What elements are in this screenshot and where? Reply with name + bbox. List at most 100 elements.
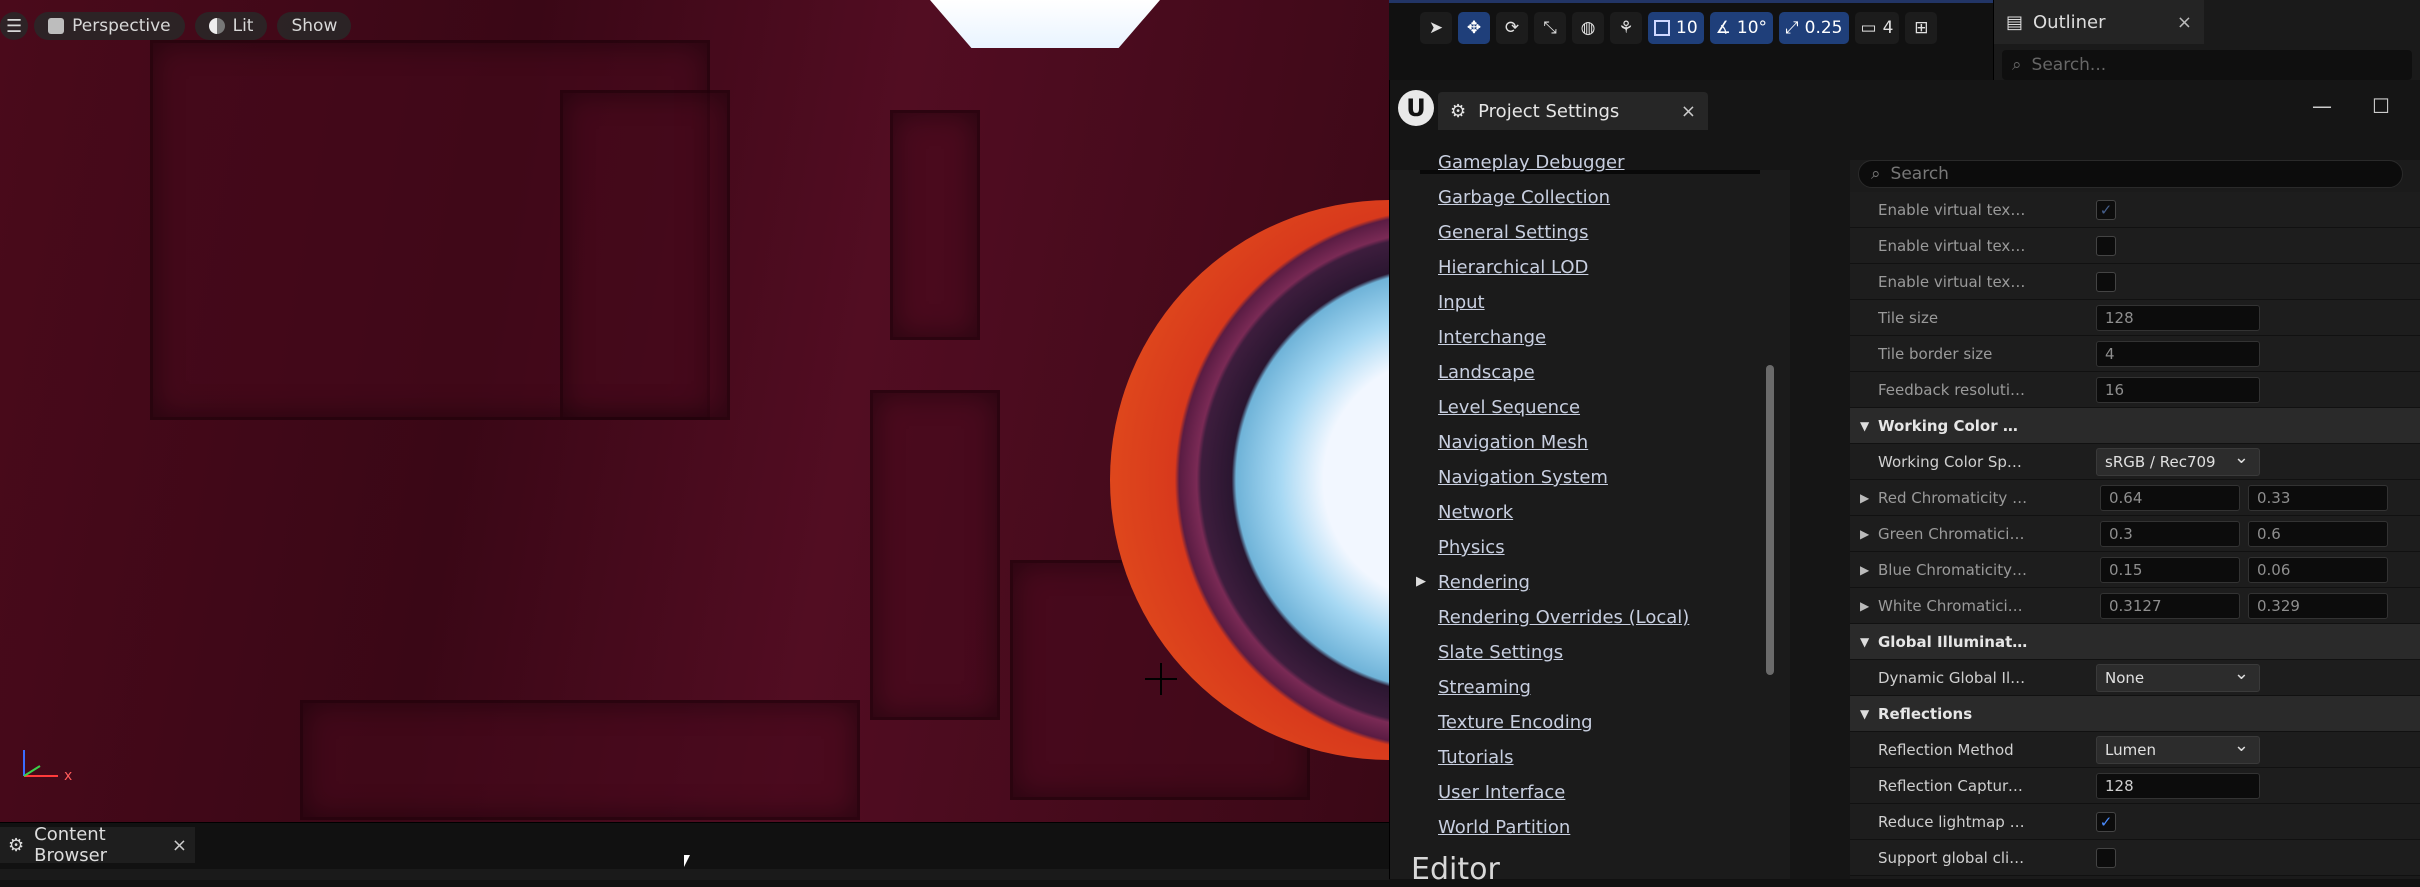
perspective-button[interactable]: Perspective (34, 12, 185, 40)
category-item[interactable]: Rendering (1416, 572, 1530, 602)
category-item[interactable]: Hierarchical LOD (1438, 257, 1588, 287)
content-browser-icon: ⚙ (8, 834, 25, 856)
tile-border-size-field[interactable]: 4 (2096, 340, 2260, 367)
blue-y-field[interactable]: 0.06 (2248, 556, 2388, 583)
reflection-capture-resolution-field[interactable]: 128 (2096, 772, 2260, 799)
setting-label: Dynamic Global Illuminatio... (1878, 668, 2028, 687)
category-item[interactable]: Tutorials (1438, 747, 1514, 777)
setting-row: Feedback resolution factor 16 (1850, 372, 2420, 408)
axis-x-label: x (64, 768, 72, 782)
category-item[interactable]: Physics (1438, 537, 1505, 567)
reflection-method-dropdown[interactable]: Lumen (2096, 735, 2260, 764)
green-y-field[interactable]: 0.6 (2248, 520, 2388, 547)
blue-x-field[interactable]: 0.15 (2100, 556, 2240, 583)
setting-label: Blue Chromaticity Coordinate (1878, 560, 2028, 579)
expand-arrow-icon[interactable]: ▶ (1860, 527, 1869, 541)
category-item[interactable]: Network (1438, 502, 1513, 532)
outliner-search-input[interactable]: ⌕ Search... (2002, 50, 2412, 80)
wall-panel (560, 90, 730, 420)
search-icon: ⌕ (1871, 164, 1881, 184)
setting-row: Enable virtual texture light... (1850, 228, 2420, 264)
category-item[interactable]: Slate Settings (1438, 642, 1563, 672)
white-y-field[interactable]: 0.329 (2248, 592, 2388, 619)
camera-speed-value: 4 (1882, 18, 1894, 38)
outliner-tab[interactable]: ▤ Outliner × (1994, 0, 2204, 44)
setting-label: Enable virtual texture light... (1878, 236, 2028, 255)
setting-label: Enable virtual texture aniso... (1878, 272, 2028, 291)
crosshair-icon (1145, 663, 1177, 695)
category-item[interactable]: Navigation System (1438, 467, 1608, 497)
expand-arrow-icon[interactable]: ▶ (1860, 599, 1869, 613)
setting-row: Dynamic Global Illuminatio... None (1850, 660, 2420, 696)
setting-row: ▶ Green Chromaticity Coordin... 0.3 0.6 (1850, 516, 2420, 552)
camera-speed-button[interactable]: ▭ 4 (1854, 12, 1900, 44)
level-viewport[interactable]: x ☰ Perspective Lit Show (0, 0, 1389, 822)
category-item[interactable]: Landscape (1438, 362, 1535, 392)
category-item[interactable]: User Interface (1438, 782, 1565, 812)
close-content-browser-icon[interactable]: × (172, 835, 187, 856)
setting-checkbox[interactable] (2096, 235, 2116, 256)
category-item[interactable]: Input (1438, 292, 1485, 322)
show-label: Show (291, 16, 338, 36)
category-item[interactable]: World Partition (1438, 817, 1570, 847)
setting-row: Reduce lightmap mixing on... ✓ (1850, 804, 2420, 840)
layout-grid-icon: ⊞ (1914, 18, 1929, 38)
setting-checkbox[interactable]: ✓ (2096, 811, 2116, 832)
section-header-working-color-space[interactable]: ▼ Working Color Space (1850, 408, 2420, 444)
setting-label: Tile size (1878, 308, 1939, 327)
setting-checkbox[interactable] (2096, 847, 2116, 868)
setting-row: Enable virtual texture aniso... (1850, 264, 2420, 300)
category-item[interactable]: Streaming (1438, 677, 1531, 707)
outliner-title: Outliner (2033, 11, 2106, 33)
feedback-resolution-field[interactable]: 16 (2096, 376, 2260, 403)
close-outliner-icon[interactable]: × (2177, 12, 2192, 33)
setting-checkbox[interactable]: ✓ (2096, 199, 2116, 220)
category-item[interactable]: Garbage Collection (1438, 187, 1610, 217)
tile-size-field[interactable]: 128 (2096, 304, 2260, 331)
viewport-layout-button[interactable]: ⊞ (1905, 12, 1938, 44)
wall-panel (870, 390, 1000, 720)
category-item[interactable]: Interchange (1438, 327, 1546, 357)
green-x-field[interactable]: 0.3 (2100, 520, 2240, 547)
setting-row: Support global clip plane fo... (1850, 840, 2420, 876)
lit-button[interactable]: Lit (194, 12, 268, 40)
minimize-window-button[interactable]: — (2312, 94, 2332, 118)
viewport-menu-button[interactable]: ☰ (0, 12, 29, 40)
category-item[interactable]: Gameplay Debugger (1438, 152, 1625, 182)
editor-section-heading: Editor (1411, 852, 1500, 887)
setting-label: Feedback resolution factor (1878, 380, 2028, 399)
red-x-field[interactable]: 0.64 (2100, 484, 2240, 511)
scale-snap-button[interactable]: ⤢ 0.25 (1779, 12, 1849, 44)
viewport-left-toolbar: ☰ Perspective Lit Show (0, 12, 361, 40)
setting-label: Red Chromaticity Coordinate (1878, 488, 2028, 507)
setting-row: Tile size 128 (1850, 300, 2420, 336)
category-item[interactable]: Navigation Mesh (1438, 432, 1588, 462)
lit-sphere-icon (208, 18, 225, 34)
content-browser-tab[interactable]: ⚙ Content Browser × (0, 824, 195, 866)
category-item[interactable]: Level Sequence (1438, 397, 1580, 427)
show-button[interactable]: Show (277, 12, 352, 40)
dynamic-gi-dropdown[interactable]: None (2096, 663, 2260, 692)
setting-label: Support global clip plane fo... (1878, 848, 2028, 867)
category-item[interactable]: General Settings (1438, 222, 1589, 252)
wall-panel (300, 700, 860, 820)
section-label: Working Color Space (1878, 416, 2028, 435)
white-x-field[interactable]: 0.3127 (2100, 592, 2240, 619)
expand-arrow-icon[interactable]: ▶ (1860, 563, 1869, 577)
section-header-global-illumination[interactable]: ▼ Global Illumination (1850, 624, 2420, 660)
working-color-space-dropdown[interactable]: sRGB / Rec709 (2096, 447, 2260, 476)
category-item[interactable]: Texture Encoding (1438, 712, 1593, 742)
hamburger-icon: ☰ (6, 15, 23, 37)
setting-label: Reduce lightmap mixing on... (1878, 812, 2028, 831)
expand-arrow-icon[interactable]: ▶ (1860, 491, 1869, 505)
setting-row: Reflection Method Lumen (1850, 732, 2420, 768)
details-search-input[interactable]: ⌕ Search (1858, 160, 2403, 188)
camera-icon: ▭ (1860, 18, 1877, 38)
scale-snap-value: 0.25 (1804, 18, 1843, 38)
category-item[interactable]: Rendering Overrides (Local) (1438, 607, 1689, 637)
red-y-field[interactable]: 0.33 (2248, 484, 2388, 511)
setting-checkbox[interactable] (2096, 271, 2116, 292)
setting-label: Reflection Capture Resoluti... (1878, 776, 2028, 795)
section-header-reflections[interactable]: ▼ Reflections (1850, 696, 2420, 732)
maximize-window-button[interactable]: ☐ (2372, 94, 2390, 118)
